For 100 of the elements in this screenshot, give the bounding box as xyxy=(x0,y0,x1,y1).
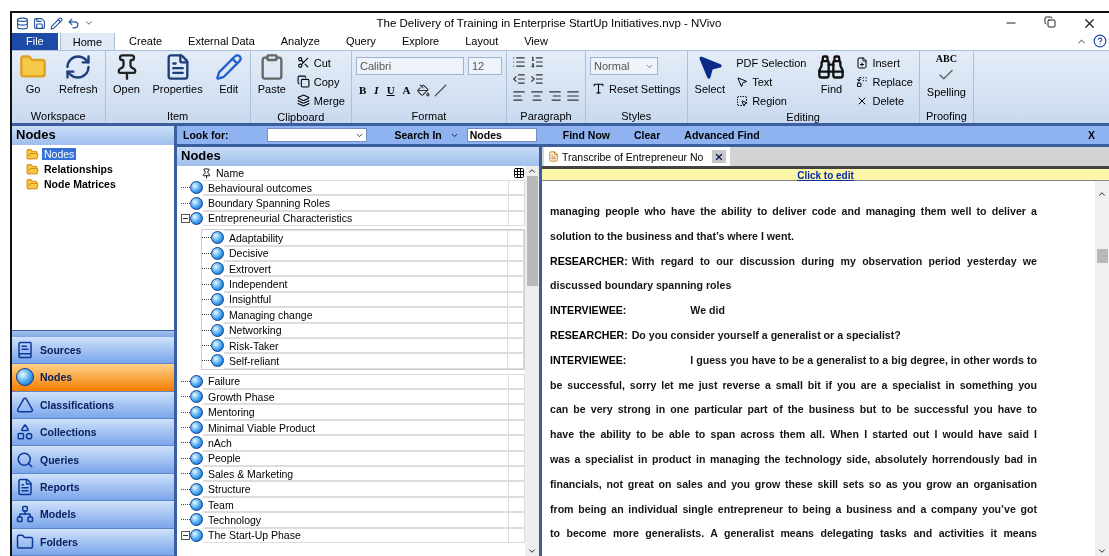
font-field[interactable]: Calibri xyxy=(356,57,464,75)
text-button[interactable]: Text xyxy=(734,72,809,91)
scrollbar[interactable] xyxy=(1095,181,1109,556)
node-name[interactable]: Growth Phase xyxy=(203,389,509,405)
restore-icon[interactable] xyxy=(1044,15,1056,31)
pdf-selection-button[interactable]: PDF Selection xyxy=(734,53,809,72)
region-button[interactable]: Region xyxy=(734,91,809,110)
document-tab[interactable]: Transcribe of Entrepreneur No xyxy=(544,147,731,166)
look-for-field[interactable] xyxy=(266,128,367,142)
node-name[interactable]: Technology xyxy=(203,512,509,528)
node-name[interactable]: Mentoring xyxy=(203,404,509,420)
node-name[interactable]: Sales & Marketing xyxy=(203,466,509,482)
advanced-find-button[interactable]: Advanced Find xyxy=(676,129,768,141)
select-button[interactable]: Select xyxy=(691,53,729,95)
node-name[interactable]: Networking xyxy=(224,322,508,338)
ribbon-tab[interactable]: External Data xyxy=(176,32,267,50)
open-button[interactable]: Open xyxy=(109,53,144,95)
ribbon-tab[interactable]: Explore xyxy=(389,32,452,50)
font-color-button[interactable]: A xyxy=(399,81,414,99)
replace-button[interactable]: Replace xyxy=(854,72,915,91)
align-left-icon[interactable] xyxy=(511,89,527,103)
collapse-toggle[interactable] xyxy=(181,530,190,540)
scrollbar[interactable] xyxy=(525,166,539,556)
copy-button[interactable]: Copy xyxy=(294,72,347,91)
edit-button[interactable]: Edit xyxy=(211,53,246,95)
node-name[interactable]: Behavioural outcomes xyxy=(203,180,509,196)
node-name[interactable]: nAch xyxy=(203,435,509,451)
paste-button[interactable]: Paste xyxy=(254,53,289,95)
save-icon[interactable] xyxy=(33,16,46,30)
bullets-icon[interactable] xyxy=(511,55,527,69)
font-size-field[interactable]: 12 xyxy=(468,57,502,75)
node-name[interactable]: Team xyxy=(203,496,509,513)
reset-settings-button[interactable]: Reset Settings xyxy=(590,79,683,98)
caret-icon[interactable] xyxy=(84,18,94,28)
nav-button[interactable]: Nodes xyxy=(12,364,174,392)
node-name[interactable]: Extrovert xyxy=(224,260,508,277)
find-now-button[interactable]: Find Now xyxy=(554,129,619,141)
highlight-icon[interactable] xyxy=(415,83,431,97)
line-icon[interactable] xyxy=(432,83,448,97)
find-button[interactable]: Find xyxy=(814,53,849,95)
collapse-toggle[interactable] xyxy=(181,213,190,223)
tree-item[interactable]: Node Matrices xyxy=(42,178,118,190)
close-tab-button[interactable] xyxy=(712,150,727,163)
merge-button[interactable]: Merge xyxy=(294,91,347,110)
ribbon-tab[interactable]: Layout xyxy=(453,32,511,50)
align-center-icon[interactable] xyxy=(529,89,545,103)
node-name[interactable]: Entrepreneurial Characteristics xyxy=(203,210,509,227)
help-icon[interactable] xyxy=(1093,34,1107,48)
node-name[interactable]: The Start-Up Phase xyxy=(203,527,509,543)
node-name[interactable]: Risk-Taker xyxy=(224,337,508,354)
nav-button[interactable]: Reports xyxy=(12,473,174,502)
ribbon-tab[interactable]: Analyze xyxy=(268,32,332,50)
ribbon-tab[interactable]: View xyxy=(512,32,560,50)
scroll-thumb[interactable] xyxy=(1096,249,1108,263)
node-name[interactable]: Insightful xyxy=(224,291,508,308)
app-icon[interactable] xyxy=(16,16,29,30)
column-header[interactable]: Name xyxy=(216,167,509,179)
indent-icon[interactable] xyxy=(529,72,545,86)
node-name[interactable]: Self-reliant xyxy=(224,353,508,369)
tree-item[interactable]: Nodes xyxy=(42,148,77,160)
clear-button[interactable]: Clear xyxy=(626,129,669,141)
properties-button[interactable]: Properties xyxy=(149,53,206,95)
grid-icon[interactable] xyxy=(513,167,525,179)
ribbon-tab[interactable]: Create xyxy=(117,32,175,50)
pencil-icon[interactable] xyxy=(50,16,63,30)
node-name[interactable]: Managing change xyxy=(224,307,508,323)
refresh-button[interactable]: Refresh xyxy=(56,53,101,95)
justify-icon[interactable] xyxy=(565,89,581,103)
italic-button[interactable]: I xyxy=(371,81,382,99)
spelling-button[interactable]: ABC Spelling xyxy=(923,53,969,98)
node-name[interactable]: Adaptability xyxy=(224,230,508,246)
nav-button[interactable]: Classifications xyxy=(12,391,174,420)
search-in-field[interactable]: Nodes xyxy=(466,128,537,142)
style-field[interactable]: Normal xyxy=(590,57,658,75)
node-name[interactable]: Failure xyxy=(203,373,509,390)
go-button[interactable]: Go xyxy=(16,53,50,95)
node-name[interactable]: Structure xyxy=(203,481,509,497)
scroll-thumb[interactable] xyxy=(526,176,538,286)
undo-icon[interactable] xyxy=(67,16,80,30)
node-name[interactable]: Independent xyxy=(224,276,508,292)
click-to-edit-link[interactable]: Click to edit xyxy=(797,170,854,181)
nav-button[interactable]: Collections xyxy=(12,419,174,447)
splitter[interactable] xyxy=(12,329,174,337)
underline-button[interactable]: U xyxy=(383,81,398,99)
close-button[interactable]: X xyxy=(1080,129,1103,141)
nav-button[interactable]: Queries xyxy=(12,446,174,474)
align-right-icon[interactable] xyxy=(547,89,563,103)
outdent-icon[interactable] xyxy=(511,72,527,86)
insert-button[interactable]: Insert xyxy=(854,53,915,72)
cut-button[interactable]: Cut xyxy=(294,53,347,72)
nav-button[interactable]: Folders xyxy=(12,528,174,556)
nav-button[interactable]: Sources xyxy=(12,336,174,365)
nav-button[interactable]: Models xyxy=(12,501,174,529)
node-name[interactable]: Decisive xyxy=(224,245,508,261)
node-name[interactable]: People xyxy=(203,450,509,467)
numbering-icon[interactable] xyxy=(529,55,545,69)
delete-button[interactable]: Delete xyxy=(854,91,915,110)
ribbon-tab[interactable]: Query xyxy=(333,32,388,50)
bold-button[interactable]: B xyxy=(356,81,370,99)
tree-item[interactable]: Relationships xyxy=(42,163,115,175)
